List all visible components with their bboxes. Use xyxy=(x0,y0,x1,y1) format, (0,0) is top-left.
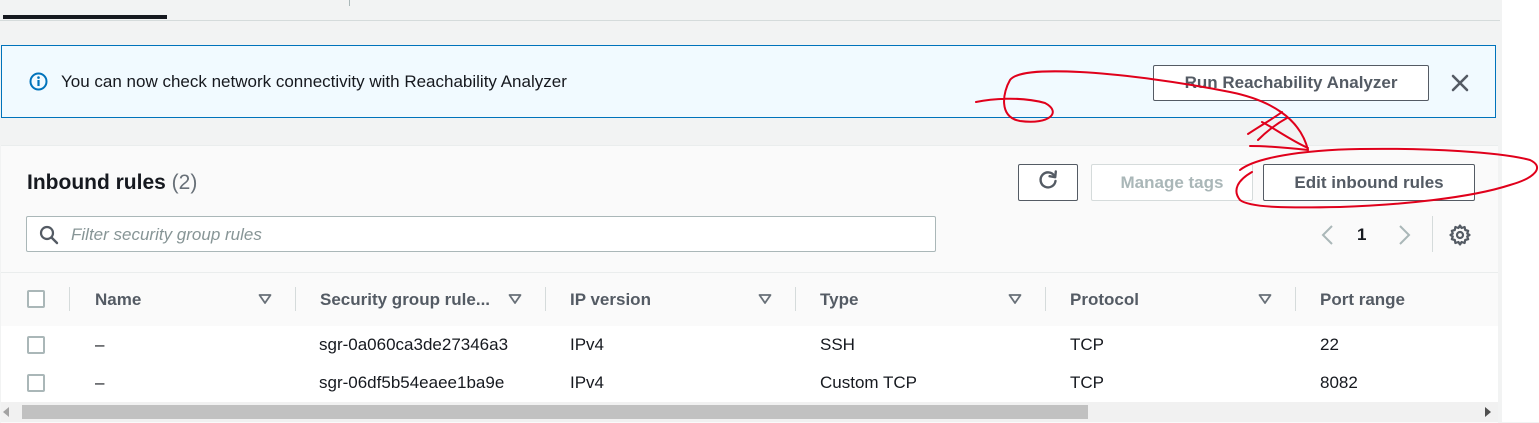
active-tab-indicator xyxy=(3,15,167,19)
column-header-ip-version[interactable]: IP version xyxy=(570,273,651,326)
column-divider xyxy=(795,287,796,311)
info-icon xyxy=(29,72,48,91)
pager-divider xyxy=(1432,216,1433,252)
table-row[interactable]: – sgr-0a060ca3de27346a3 IPv4 SSH TCP 22 xyxy=(1,326,1498,365)
cell-protocol: TCP xyxy=(1070,335,1104,354)
row-checkbox[interactable] xyxy=(27,336,45,354)
sort-down-icon[interactable] xyxy=(508,293,522,305)
flash-message: You can now check network connectivity w… xyxy=(61,72,567,91)
column-divider xyxy=(545,287,546,311)
table-header: Name Security group rule... IP version T… xyxy=(1,273,1498,327)
scroll-left-arrow-icon[interactable] xyxy=(3,407,9,417)
column-header-protocol[interactable]: Protocol xyxy=(1070,273,1139,326)
cell-type: SSH xyxy=(820,335,855,354)
refresh-button[interactable] xyxy=(1018,164,1078,201)
panel-title: Inbound rules (2) xyxy=(27,171,197,195)
table-row[interactable]: – sgr-06df5b54eaee1ba9e IPv4 Custom TCP … xyxy=(1,364,1498,403)
cell-port-range: 8082 xyxy=(1320,373,1358,392)
tabs-strip xyxy=(0,0,1500,21)
inbound-rules-table: Name Security group rule... IP version T… xyxy=(1,272,1498,406)
rules-count: (2) xyxy=(171,171,198,194)
cell-rule-id: sgr-06df5b54eaee1ba9e xyxy=(319,373,505,392)
column-divider xyxy=(69,287,70,311)
settings-gear-icon[interactable] xyxy=(1448,223,1472,247)
row-checkbox[interactable] xyxy=(27,374,45,392)
column-divider xyxy=(1045,287,1046,311)
cell-protocol: TCP xyxy=(1070,373,1104,392)
scroll-right-arrow-icon[interactable] xyxy=(1485,407,1491,417)
cell-name: – xyxy=(95,373,105,392)
refresh-icon xyxy=(1037,169,1059,196)
manage-tags-button[interactable]: Manage tags xyxy=(1091,164,1253,201)
cell-rule-id: sgr-0a060ca3de27346a3 xyxy=(319,335,509,354)
filter-box xyxy=(26,216,936,252)
filter-security-group-rules-input[interactable] xyxy=(69,221,923,249)
select-all-checkbox[interactable] xyxy=(27,290,45,308)
cell-name: – xyxy=(95,335,105,354)
right-gutter xyxy=(1502,0,1539,422)
column-header-port-range[interactable]: Port range xyxy=(1320,273,1405,326)
page-number[interactable]: 1 xyxy=(1357,225,1366,245)
tab-separator xyxy=(349,0,350,6)
horizontal-scrollbar[interactable] xyxy=(1,402,1498,422)
panel-title-label: Inbound rules xyxy=(27,171,166,194)
column-divider xyxy=(1295,287,1296,311)
sort-down-icon[interactable] xyxy=(758,293,772,305)
column-header-type[interactable]: Type xyxy=(820,273,858,326)
cell-ip-version: IPv4 xyxy=(570,373,605,392)
previous-page-icon[interactable] xyxy=(1318,224,1338,246)
column-header-name[interactable]: Name xyxy=(95,273,141,326)
column-divider xyxy=(295,287,296,311)
cell-type: Custom TCP xyxy=(820,373,917,392)
sort-down-icon[interactable] xyxy=(258,293,272,305)
scrollbar-thumb[interactable] xyxy=(22,405,1088,419)
column-header-rule-id[interactable]: Security group rule... xyxy=(320,273,490,326)
cell-ip-version: IPv4 xyxy=(570,335,605,354)
inbound-rules-panel: Inbound rules (2) Manage tags Edit inbou… xyxy=(1,145,1498,423)
sort-down-icon[interactable] xyxy=(1008,293,1022,305)
cell-port-range: 22 xyxy=(1320,335,1339,354)
search-icon xyxy=(39,225,59,245)
next-page-icon[interactable] xyxy=(1394,224,1414,246)
sort-down-icon[interactable] xyxy=(1258,293,1272,305)
close-icon[interactable] xyxy=(1448,71,1472,95)
run-reachability-analyzer-button[interactable]: Run Reachability Analyzer xyxy=(1153,65,1429,101)
edit-inbound-rules-button[interactable]: Edit inbound rules xyxy=(1263,164,1475,201)
reachability-flash-banner: You can now check network connectivity w… xyxy=(1,45,1496,118)
